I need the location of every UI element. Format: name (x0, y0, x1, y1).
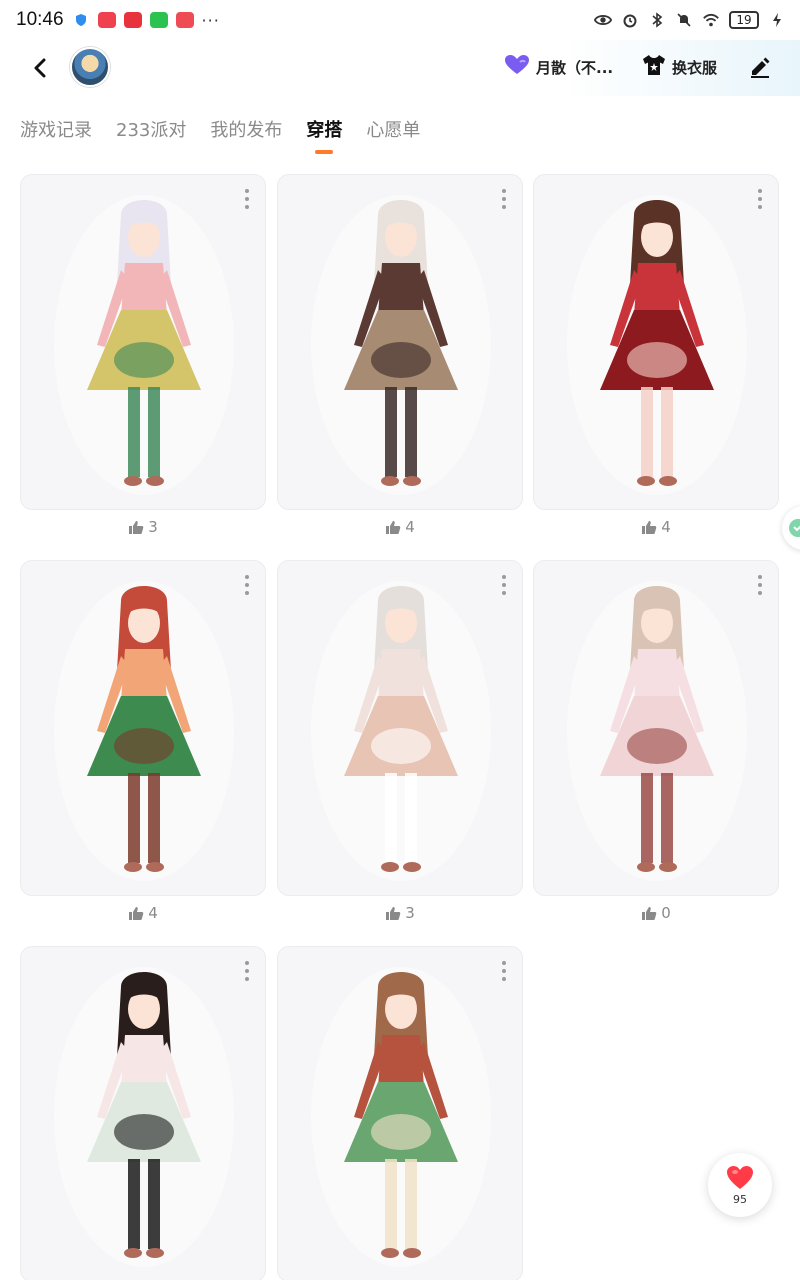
outfit-card[interactable] (533, 174, 779, 510)
thumbs-up-icon (386, 906, 401, 920)
thumbs-up-icon (129, 906, 144, 920)
heart-icon (504, 54, 530, 80)
more-options-icon[interactable] (500, 189, 508, 209)
tab-my-posts[interactable]: 我的发布 (210, 116, 282, 144)
more-options-icon[interactable] (500, 961, 508, 981)
app-notification-icon (97, 12, 116, 28)
tab-233-party[interactable]: 233派对 (116, 116, 186, 144)
more-options-icon[interactable] (500, 575, 508, 595)
mute-icon (675, 11, 693, 29)
outfit-avatar-figure (311, 581, 491, 881)
more-options-icon[interactable] (243, 575, 251, 595)
back-button[interactable] (26, 54, 54, 82)
pencil-icon (751, 57, 770, 78)
chevron-left-icon (34, 58, 46, 78)
change-outfit-label: 换衣服 (672, 58, 718, 77)
charging-icon (768, 11, 786, 29)
outfit-card[interactable] (20, 946, 266, 1280)
outfit-avatar-figure (311, 195, 491, 495)
outfit-card[interactable] (277, 174, 523, 510)
outfit-card[interactable] (533, 560, 779, 896)
like-number: 0 (661, 904, 671, 922)
thumbs-up-icon (129, 520, 144, 534)
mood-label: 月散（不... (536, 58, 614, 77)
avatar[interactable] (70, 47, 110, 87)
outfit-avatar-figure (54, 967, 234, 1267)
status-bar: 10:46 ··· 19 (0, 0, 800, 40)
like-count[interactable]: 4 (533, 518, 779, 536)
thumbs-up-icon (386, 520, 401, 534)
like-number: 4 (148, 904, 158, 922)
like-number: 4 (661, 518, 671, 536)
like-count[interactable]: 3 (277, 904, 523, 922)
chat-bubble-icon (789, 519, 800, 537)
more-options-icon[interactable] (243, 961, 251, 981)
tab-label: 游戏记录 (20, 120, 92, 141)
outfit-card[interactable] (20, 174, 266, 510)
tshirt-icon (642, 54, 666, 80)
like-count[interactable]: 3 (20, 518, 266, 536)
active-tab-indicator (315, 150, 334, 154)
outfit-avatar-figure (54, 581, 234, 881)
tab-game-records[interactable]: 游戏记录 (20, 116, 92, 144)
outfit-avatar-figure (54, 195, 234, 495)
content-panel: 游戏记录 233派对 我的发布 穿搭 心愿单 3 4 4 4 3 0 (0, 96, 800, 1280)
shield-icon (72, 11, 90, 29)
app-notification-icon (175, 12, 194, 28)
outfit-card[interactable] (277, 946, 523, 1280)
wechat-icon (149, 12, 168, 28)
app-notification-icon (123, 12, 142, 28)
profile-header: 月散（不... 换衣服 (0, 40, 800, 96)
like-count[interactable]: 0 (533, 904, 779, 922)
eye-icon (594, 11, 612, 29)
thumbs-up-icon (642, 906, 657, 920)
like-number: 4 (405, 518, 415, 536)
outfit-avatar-figure (311, 967, 491, 1267)
more-notifications: ··· (201, 10, 220, 30)
heart-icon (727, 1165, 753, 1189)
tab-wishlist[interactable]: 心愿单 (366, 116, 420, 144)
likes-count: 95 (733, 1192, 747, 1206)
change-outfit-button[interactable]: 换衣服 (642, 54, 717, 80)
like-number: 3 (148, 518, 158, 536)
more-options-icon[interactable] (243, 189, 251, 209)
mood-status[interactable]: 月散（不... (504, 54, 613, 80)
outfit-avatar-figure (567, 195, 747, 495)
status-time: 10:46 (16, 9, 64, 30)
profile-tabs: 游戏记录 233派对 我的发布 穿搭 心愿单 (20, 116, 420, 154)
outfit-card[interactable] (277, 560, 523, 896)
like-number: 3 (405, 904, 415, 922)
like-count[interactable]: 4 (277, 518, 523, 536)
more-options-icon[interactable] (756, 575, 764, 595)
thumbs-up-icon (642, 520, 657, 534)
tab-outfits[interactable]: 穿搭 (306, 116, 343, 154)
outfit-avatar-figure (567, 581, 747, 881)
edit-button[interactable] (748, 54, 772, 80)
alarm-icon (621, 11, 639, 29)
outfit-card[interactable] (20, 560, 266, 896)
likes-fab[interactable]: 95 (708, 1153, 772, 1217)
tab-label: 233派对 (116, 120, 187, 141)
tab-label: 穿搭 (306, 120, 343, 141)
battery-indicator: 19 (729, 11, 759, 29)
tab-label: 心愿单 (366, 120, 421, 141)
tab-label: 我的发布 (210, 120, 283, 141)
wifi-icon (702, 11, 720, 29)
like-count[interactable]: 4 (20, 904, 266, 922)
bluetooth-icon (648, 11, 666, 29)
more-options-icon[interactable] (756, 189, 764, 209)
